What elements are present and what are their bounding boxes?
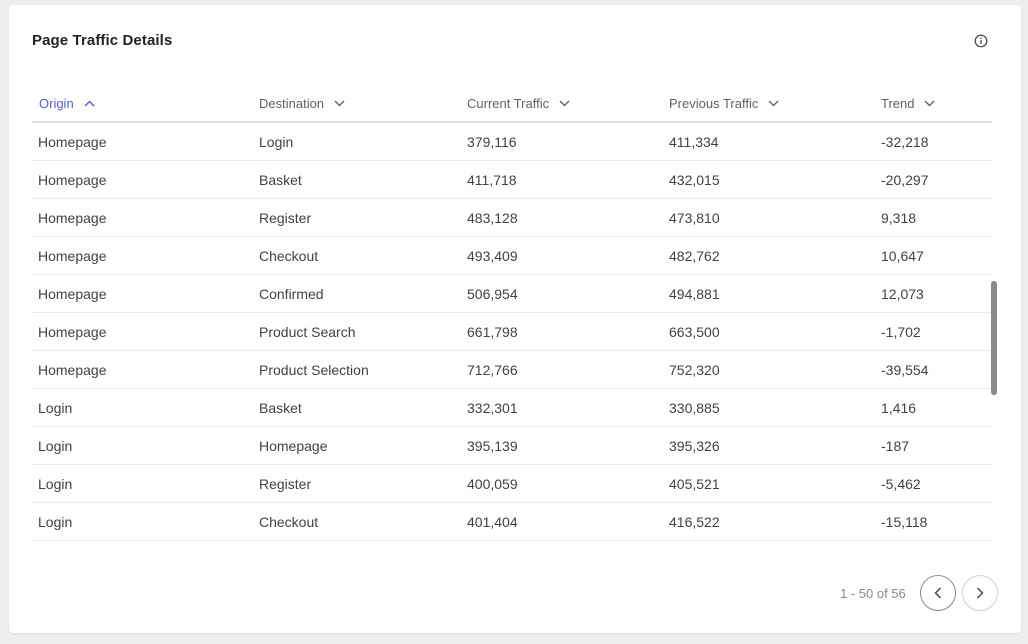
cell-current-traffic: 506,954	[467, 286, 518, 302]
table-scrollbar[interactable]	[991, 90, 997, 545]
table-body: Homepage Login 379,116 411,334 -32,218 H…	[32, 123, 992, 541]
cell-destination: Checkout	[259, 248, 319, 264]
column-header-label: Trend	[881, 95, 915, 111]
cell-current-traffic: 483,128	[467, 210, 518, 226]
cell-origin: Homepage	[38, 210, 107, 226]
column-header-label: Previous Traffic	[669, 95, 759, 111]
cell-origin: Login	[38, 438, 73, 454]
cell-origin: Homepage	[38, 134, 107, 150]
cell-trend: 10,647	[881, 248, 924, 264]
cell-destination: Product Search	[259, 324, 356, 340]
table-row[interactable]: Homepage Product Selection 712,766 752,3…	[32, 351, 992, 389]
cell-origin: Login	[38, 514, 73, 530]
cell-destination: Homepage	[259, 438, 328, 454]
cell-origin: Login	[38, 400, 73, 416]
cell-trend: -1,702	[881, 324, 921, 340]
cell-origin: Homepage	[38, 286, 107, 302]
next-page-button[interactable]	[962, 575, 998, 611]
cell-destination: Basket	[259, 400, 302, 416]
cell-current-traffic: 661,798	[467, 324, 518, 340]
table-row[interactable]: Login Basket 332,301 330,885 1,416	[32, 389, 992, 427]
cell-origin: Login	[38, 476, 73, 492]
cell-previous-traffic: 416,522	[669, 514, 720, 530]
cell-previous-traffic: 395,326	[669, 438, 720, 454]
cell-destination: Checkout	[259, 514, 319, 530]
cell-current-traffic: 712,766	[467, 362, 518, 378]
cell-previous-traffic: 432,015	[669, 172, 720, 188]
table-header: Origin Destination Current Traffic Previ…	[32, 85, 992, 123]
info-icon[interactable]	[974, 34, 988, 48]
column-header-origin[interactable]: Origin	[39, 85, 95, 121]
column-header-destination[interactable]: Destination	[259, 85, 345, 121]
cell-previous-traffic: 752,320	[669, 362, 720, 378]
cell-current-traffic: 379,116	[467, 134, 517, 150]
chevron-right-icon	[977, 587, 984, 599]
cell-origin: Homepage	[38, 248, 107, 264]
cell-current-traffic: 400,059	[467, 476, 518, 492]
cell-destination: Register	[259, 210, 312, 226]
cell-previous-traffic: 494,881	[669, 286, 720, 302]
cell-destination: Login	[259, 134, 294, 150]
cell-destination: Basket	[259, 172, 302, 188]
cell-current-traffic: 395,139	[467, 438, 518, 454]
table-row[interactable]: Login Register 400,059 405,521 -5,462	[32, 465, 992, 503]
cell-destination: Product Selection	[259, 362, 369, 378]
column-header-label: Destination	[259, 95, 325, 111]
cell-trend: -5,462	[881, 476, 921, 492]
cell-previous-traffic: 663,500	[669, 324, 720, 340]
column-header-label: Origin	[39, 95, 74, 111]
chevron-down-icon	[924, 100, 935, 106]
cell-trend: 1,416	[881, 400, 917, 416]
previous-page-button[interactable]	[920, 575, 956, 611]
cell-trend: -15,118	[881, 514, 928, 530]
table-row[interactable]: Homepage Product Search 661,798 663,500 …	[32, 313, 992, 351]
traffic-table: Origin Destination Current Traffic Previ…	[32, 85, 992, 541]
cell-previous-traffic: 411,334	[669, 134, 719, 150]
column-header-trend[interactable]: Trend	[881, 85, 935, 121]
table-row[interactable]: Homepage Confirmed 506,954 494,881 12,07…	[32, 275, 992, 313]
chevron-left-icon	[934, 587, 941, 599]
cell-origin: Homepage	[38, 324, 107, 340]
table-row[interactable]: Login Homepage 395,139 395,326 -187	[32, 427, 992, 465]
chevron-down-icon	[768, 100, 779, 106]
cell-previous-traffic: 473,810	[669, 210, 720, 226]
cell-destination: Confirmed	[259, 286, 324, 302]
chevron-down-icon	[559, 100, 570, 106]
cell-current-traffic: 332,301	[467, 400, 518, 416]
table-row[interactable]: Homepage Basket 411,718 432,015 -20,297	[32, 161, 992, 199]
column-header-current-traffic[interactable]: Current Traffic	[467, 85, 570, 121]
cell-trend: -20,297	[881, 172, 929, 188]
scrollbar-thumb[interactable]	[991, 281, 997, 395]
cell-trend: 12,073	[881, 286, 924, 302]
cell-trend: -39,554	[881, 362, 929, 378]
table-row[interactable]: Login Checkout 401,404 416,522 -15,118	[32, 503, 992, 541]
cell-trend: -32,218	[881, 134, 929, 150]
table-row[interactable]: Homepage Register 483,128 473,810 9,318	[32, 199, 992, 237]
cell-current-traffic: 411,718	[467, 172, 517, 188]
card-title: Page Traffic Details	[32, 32, 173, 49]
cell-previous-traffic: 482,762	[669, 248, 720, 264]
cell-trend: 9,318	[881, 210, 917, 226]
cell-previous-traffic: 330,885	[669, 400, 720, 416]
cell-origin: Homepage	[38, 172, 107, 188]
cell-origin: Homepage	[38, 362, 107, 378]
pagination-range: 1 - 50 of 56	[840, 586, 906, 601]
page-traffic-card: Page Traffic Details Origin Destination …	[9, 5, 1021, 633]
cell-destination: Register	[259, 476, 312, 492]
table-row[interactable]: Homepage Checkout 493,409 482,762 10,647	[32, 237, 992, 275]
cell-previous-traffic: 405,521	[669, 476, 720, 492]
table-row[interactable]: Homepage Login 379,116 411,334 -32,218	[32, 123, 992, 161]
cell-trend: -187	[881, 438, 910, 454]
column-header-label: Current Traffic	[467, 95, 550, 111]
cell-current-traffic: 493,409	[467, 248, 518, 264]
chevron-up-icon	[84, 99, 95, 107]
cell-current-traffic: 401,404	[467, 514, 518, 530]
chevron-down-icon	[334, 100, 345, 106]
column-header-previous-traffic[interactable]: Previous Traffic	[669, 85, 779, 121]
